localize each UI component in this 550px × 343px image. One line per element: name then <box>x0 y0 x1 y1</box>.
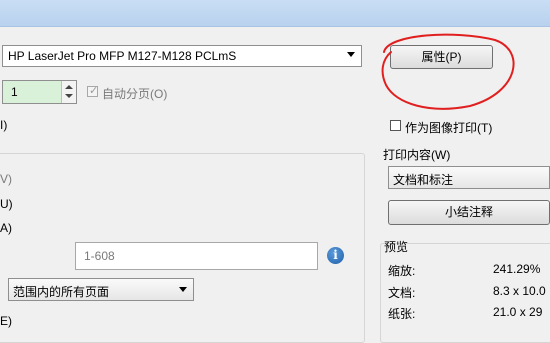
preview-row-label: 文档: <box>388 286 416 300</box>
subset-select[interactable]: 范围内的所有页面 <box>8 278 194 301</box>
left-edge-label: E) <box>0 314 12 328</box>
chevron-down-icon <box>347 52 355 57</box>
stepper-arrows[interactable] <box>61 81 76 103</box>
printer-select-value: HP LaserJet Pro MFP M127-M128 PCLmS <box>8 49 237 63</box>
preview-label: 预览 <box>384 240 409 254</box>
chevron-down-icon <box>179 287 187 292</box>
increment-arrow-icon[interactable] <box>65 85 73 89</box>
decrement-arrow-icon[interactable] <box>65 94 73 98</box>
left-edge-label: I) <box>0 118 8 132</box>
copies-value: 1 <box>11 85 18 99</box>
page-range-input[interactable]: 1-608 <box>75 242 318 270</box>
collate-label: 自动分页(O) <box>102 87 168 101</box>
copies-stepper[interactable]: 1 <box>2 80 77 104</box>
printer-select[interactable]: HP LaserJet Pro MFP M127-M128 PCLmS <box>2 45 362 67</box>
page-range-placeholder: 1-608 <box>84 249 115 263</box>
left-edge-label: V) <box>0 172 12 186</box>
preview-row-value: 8.3 x 10.0 <box>493 284 546 298</box>
print-as-image-label: 作为图像打印(T) <box>405 121 493 135</box>
info-icon[interactable]: i <box>327 247 344 264</box>
properties-button[interactable]: 属性(P) <box>390 45 493 69</box>
left-edge-label: A) <box>0 221 12 235</box>
print-content-select[interactable]: 文档和标注 <box>388 166 550 189</box>
preview-row-value: 21.0 x 29 <box>493 305 543 319</box>
checkmark-icon: ✓ <box>89 85 99 97</box>
preview-row-value: 241.29% <box>493 262 541 276</box>
collate-checkbox[interactable]: ✓ <box>87 85 99 97</box>
print-content-label: 打印内容(W) <box>383 148 451 162</box>
print-content-value: 文档和标注 <box>393 173 454 187</box>
left-edge-label: U) <box>0 197 13 211</box>
print-as-image-checkbox[interactable] <box>390 120 401 131</box>
subset-value: 范围内的所有页面 <box>13 285 110 299</box>
preview-row-label: 缩放: <box>388 264 416 278</box>
preview-row-label: 纸张: <box>388 307 416 321</box>
window-titlebar <box>0 0 550 27</box>
summarize-comments-button[interactable]: 小结注释 <box>388 200 550 225</box>
